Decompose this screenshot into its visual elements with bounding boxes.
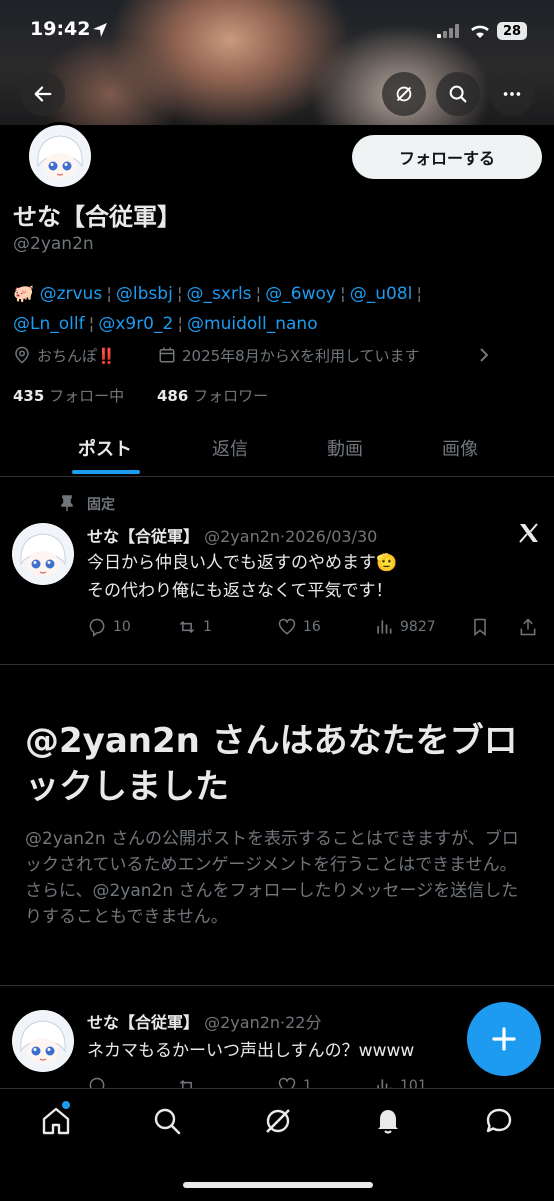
profile-handle: @2yan2n (13, 234, 94, 254)
location-pin-icon (15, 346, 29, 364)
like-count: 16 (303, 619, 321, 635)
more-button[interactable] (490, 72, 534, 116)
arrow-left-icon (34, 86, 52, 102)
repost-action[interactable]: 1 (177, 617, 212, 637)
followers-stat[interactable]: 486 フォロワー (157, 385, 268, 406)
tab-replies[interactable]: 返信 (170, 420, 290, 476)
home-icon[interactable] (40, 1105, 72, 1137)
bio: 🐖 @zrvus ¦ @lbsbj ¦ @_sxrls ¦ @_6woy ¦ @_u08l ¦ @… (13, 284, 423, 334)
post-avatar[interactable] (12, 1010, 74, 1072)
back-button[interactable] (21, 72, 65, 116)
joined-date: 2025年8月からXを利用しています (182, 347, 420, 365)
repost-count: 1 (203, 619, 212, 635)
bell-icon[interactable] (372, 1105, 404, 1137)
tab-posts[interactable]: ポスト (45, 420, 165, 476)
views-icon (377, 620, 392, 634)
calendar-icon (159, 347, 175, 363)
more-dots-icon (503, 92, 521, 96)
messages-icon[interactable] (483, 1105, 515, 1137)
avatar-image (13, 524, 73, 584)
search-button[interactable] (436, 72, 480, 116)
grok-icon[interactable] (262, 1105, 294, 1137)
following-count: 435 (13, 387, 45, 405)
grok-button[interactable] (382, 72, 426, 116)
view-count: 9827 (400, 619, 436, 635)
post-header: せな【合従軍】 @2yan2n·2026/03/30 (87, 523, 377, 547)
plus-icon (492, 1027, 516, 1051)
following-stat[interactable]: 435 フォロー中 (13, 385, 124, 406)
location-label: おちんぽ (37, 347, 98, 365)
post-text-line: 今日から仲良い人でも返すのやめます🫡 (87, 553, 398, 573)
post-author[interactable]: せな【合従軍】 (87, 1013, 199, 1032)
compose-button[interactable] (467, 1002, 541, 1076)
bio-link[interactable]: @zrvus (40, 284, 103, 304)
chevron-right-icon[interactable] (477, 347, 491, 363)
pinned-label: 固定 (87, 497, 115, 513)
followers-count: 486 (157, 387, 189, 405)
block-notice-body: @2yan2n さんの公開ポストを表示することはできますが、ブロックされているた… (25, 829, 519, 927)
bio-link[interactable]: @_6woy (265, 284, 336, 304)
reply-count: 10 (113, 619, 131, 635)
avatar-image (30, 126, 90, 186)
avatar-image (13, 1011, 73, 1071)
battery-indicator: 28 (497, 22, 527, 40)
block-notice-title: @2yan2n さんはあなたをブロックしました (25, 721, 518, 807)
pig-emoji: 🐖 (13, 284, 35, 304)
home-notification-dot (62, 1101, 70, 1109)
post-handle[interactable]: @2yan2n (204, 1013, 280, 1032)
home-indicator (183, 1182, 373, 1188)
location-emoji: ‼️ (97, 347, 116, 365)
bookmark-icon[interactable] (470, 617, 490, 637)
post-divider (0, 664, 554, 665)
signal-icon (437, 24, 459, 38)
bio-link[interactable]: @lbsbj (116, 284, 173, 304)
post-text-line: その代わり俺にも返さなくて平気です！ (87, 581, 393, 601)
views-action[interactable]: 9827 (374, 617, 436, 637)
bio-link[interactable]: @Ln_ollf (13, 314, 85, 334)
heart-icon (278, 618, 296, 635)
grok-icon (396, 86, 412, 102)
status-time: 19:42 (30, 18, 91, 40)
x-logo-icon (519, 523, 538, 543)
search-icon[interactable] (151, 1105, 183, 1137)
reply-icon (89, 618, 105, 637)
follow-button[interactable]: フォローする (352, 135, 542, 179)
post-handle[interactable]: @2yan2n (204, 527, 280, 546)
profile-avatar[interactable] (26, 122, 94, 190)
like-action[interactable]: 16 (277, 617, 321, 637)
post-text: ネカマもるかーいつ声出しすんの？wwww (87, 1041, 415, 1061)
post-author[interactable]: せな【合従軍】 (87, 527, 199, 546)
post-avatar[interactable] (12, 523, 74, 585)
location-arrow-icon (93, 23, 107, 37)
reply-action[interactable]: 10 (87, 617, 131, 637)
post-time[interactable]: 22分 (285, 1013, 321, 1032)
tab-images[interactable]: 画像 (400, 420, 520, 476)
display-name: せな【合従軍】 (13, 203, 181, 231)
wifi-icon (471, 25, 489, 38)
bio-link[interactable]: @_sxrls (187, 284, 252, 304)
location-text: おちんぽ‼️ (37, 345, 116, 366)
bio-link[interactable]: @_u08l (350, 284, 413, 304)
post-text: 今日から仲良い人でも返すのやめます🫡 その代わり俺にも返さなくて平気です！ (87, 549, 397, 605)
share-icon[interactable] (518, 617, 538, 637)
pin-icon (61, 495, 73, 511)
followers-label: フォロワー (193, 387, 269, 405)
active-tab-indicator (72, 470, 140, 474)
following-label: フォロー中 (49, 387, 125, 405)
bio-link[interactable]: @muidoll_nano (187, 314, 318, 334)
post-header: せな【合従軍】 @2yan2n·22分 (87, 1009, 322, 1033)
search-icon (449, 85, 467, 103)
tab-videos[interactable]: 動画 (285, 420, 405, 476)
bio-link[interactable]: @x9r0_2 (98, 314, 173, 334)
repost-icon (179, 620, 195, 634)
post-date[interactable]: 2026/03/30 (285, 527, 377, 546)
